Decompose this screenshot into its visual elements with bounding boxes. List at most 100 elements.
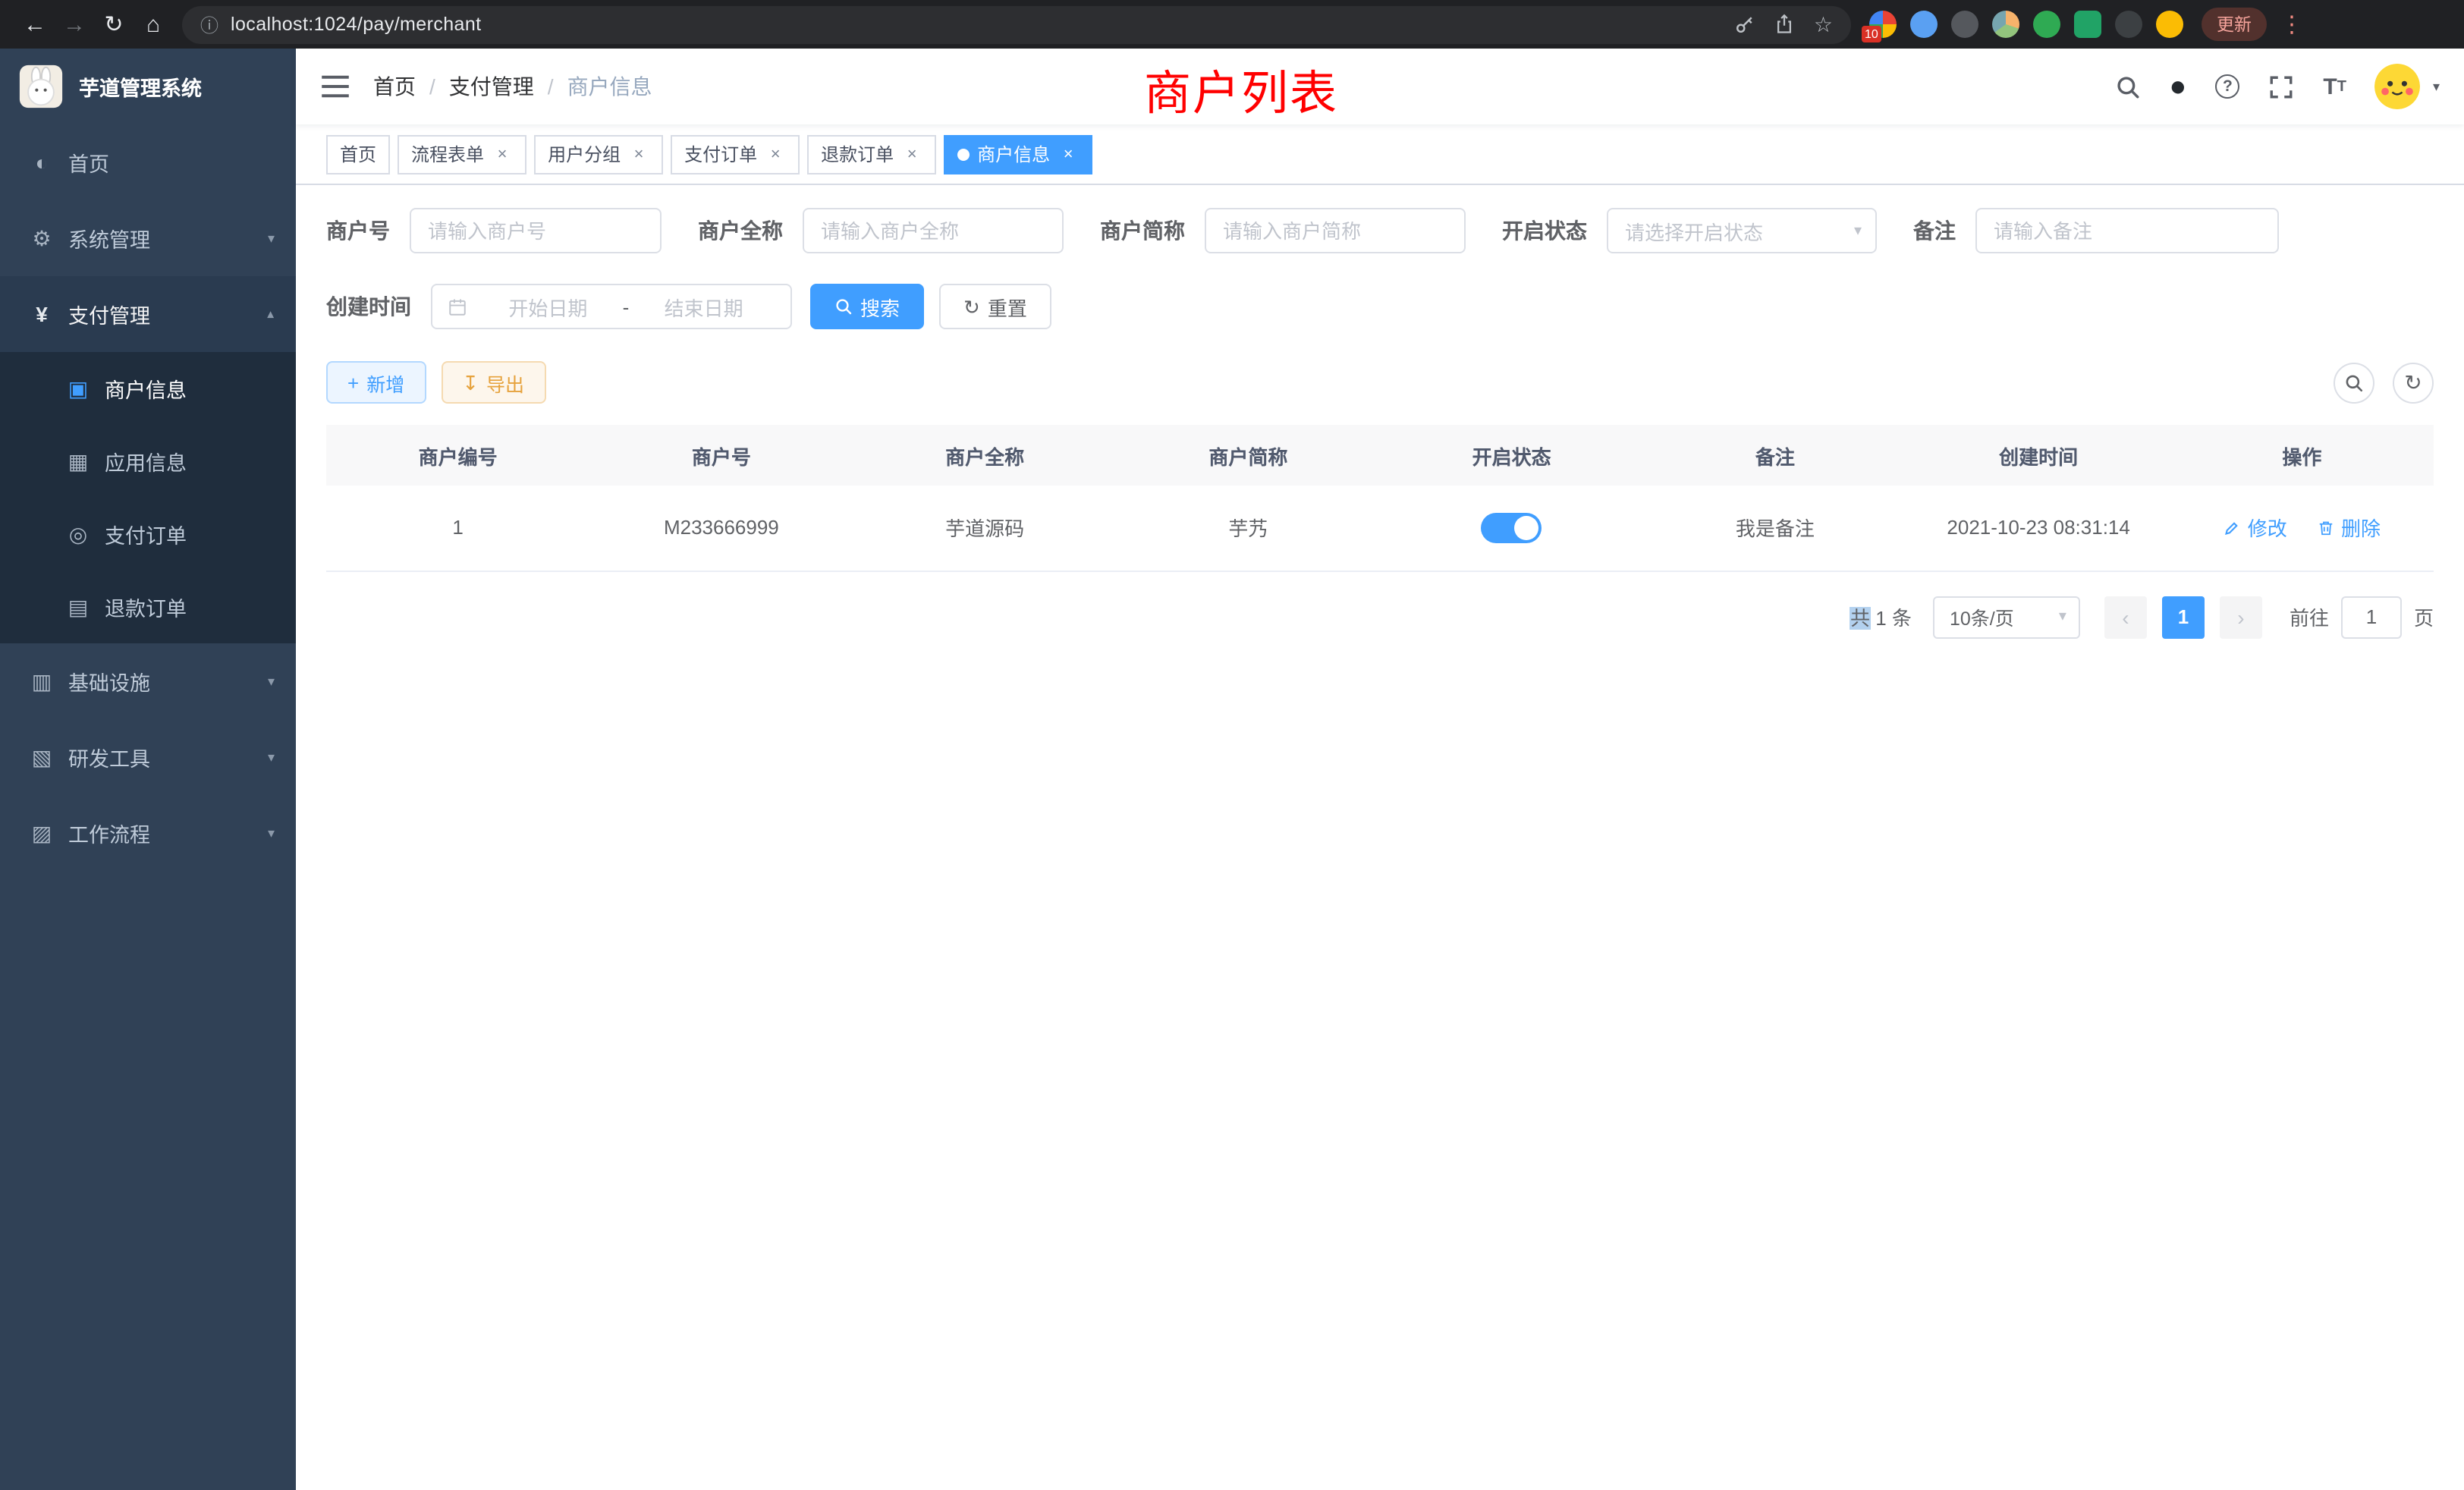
merchant-no-input[interactable] bbox=[410, 208, 662, 253]
date-range-picker[interactable]: 开始日期 - 结束日期 bbox=[431, 284, 792, 329]
browser-reload-button[interactable]: ↻ bbox=[94, 5, 134, 44]
sidebar-item-app-info[interactable]: ▦ 应用信息 bbox=[0, 425, 296, 498]
short-name-input[interactable] bbox=[1205, 208, 1466, 253]
tab-pay-order[interactable]: 支付订单 × bbox=[671, 134, 800, 174]
add-button[interactable]: + 新增 bbox=[326, 361, 426, 404]
sidebar-item-payment-mgmt[interactable]: ¥ 支付管理 ▾ bbox=[0, 276, 296, 352]
screen: ← → ↻ ⌂ ⓘ localhost:1024/pay/merchant ☆ … bbox=[0, 0, 2464, 1490]
remark-input[interactable] bbox=[1975, 208, 2279, 253]
extension-paw-icon[interactable] bbox=[2115, 11, 2142, 38]
user-avatar[interactable] bbox=[2375, 64, 2421, 109]
fullscreen-icon[interactable] bbox=[2268, 74, 2294, 99]
cell-merchant-index: 1 bbox=[326, 486, 589, 571]
extension-green-square-icon[interactable] bbox=[2074, 11, 2101, 38]
next-page-button[interactable]: › bbox=[2220, 596, 2262, 638]
page-jump: 前往 页 bbox=[2290, 596, 2434, 638]
pencil-icon bbox=[2224, 519, 2242, 537]
tab-refund-order[interactable]: 退款订单 × bbox=[807, 134, 936, 174]
full-name-label: 商户全称 bbox=[698, 215, 783, 246]
page-1-button[interactable]: 1 bbox=[2162, 596, 2205, 638]
bookmark-star-icon[interactable]: ☆ bbox=[1814, 11, 1833, 37]
tab-close-icon[interactable]: × bbox=[765, 143, 786, 165]
sidebar-item-workflow[interactable]: ▨ 工作流程 ▾ bbox=[0, 795, 296, 871]
monitor-icon: ▥ bbox=[29, 668, 55, 694]
status-select[interactable]: 请选择开启状态 ▾ bbox=[1607, 208, 1877, 253]
extension-dark-icon[interactable] bbox=[1951, 11, 1978, 38]
extension-green-circle-icon[interactable] bbox=[2033, 11, 2060, 38]
sidebar-item-home[interactable]: ◐ 首页 bbox=[0, 124, 296, 200]
extension-badge: 10 bbox=[1862, 26, 1881, 42]
help-icon[interactable]: ? bbox=[2215, 74, 2239, 99]
sidebar-item-label: 工作流程 bbox=[68, 818, 150, 848]
status-toggle[interactable] bbox=[1482, 513, 1542, 543]
extensions-puzzle-icon[interactable]: 10 bbox=[1869, 11, 1897, 38]
col-remark: 备注 bbox=[1643, 425, 1906, 486]
filter-row-2: 创建时间 开始日期 - 结束日期 搜索 ↻ 重置 bbox=[326, 284, 2434, 329]
merchant-list-page: 商户号 商户全称 商户简称 开启状态 请选择开启状态 bbox=[296, 185, 2464, 1490]
tab-merchant-info[interactable]: 商户信息 × bbox=[944, 134, 1092, 174]
goto-page-input[interactable] bbox=[2341, 596, 2402, 638]
select-caret-icon: ▾ bbox=[2059, 608, 2066, 625]
toggle-search-button[interactable] bbox=[2334, 362, 2374, 403]
chevron-down-icon: ▾ bbox=[268, 825, 275, 841]
header-search-icon[interactable] bbox=[2114, 74, 2140, 99]
sidebar-item-pay-order[interactable]: ◎ 支付订单 bbox=[0, 498, 296, 571]
sidebar-item-system-mgmt[interactable]: ⚙ 系统管理 ▾ bbox=[0, 200, 296, 276]
browser-back-button[interactable]: ← bbox=[15, 5, 55, 44]
user-menu-caret-icon[interactable]: ▾ bbox=[2433, 78, 2440, 95]
app-logo[interactable]: 芋道管理系统 bbox=[0, 49, 296, 124]
app-title: 芋道管理系统 bbox=[79, 71, 202, 102]
menu-collapse-icon[interactable] bbox=[320, 73, 350, 100]
grid-icon: ▦ bbox=[65, 448, 91, 474]
share-icon[interactable] bbox=[1774, 14, 1796, 35]
page-size-select[interactable]: 10条/页 ▾ bbox=[1933, 596, 2080, 638]
toolbox-icon: ▧ bbox=[29, 744, 55, 770]
browser-update-button[interactable]: 更新 bbox=[2202, 8, 2267, 41]
tab-close-icon[interactable]: × bbox=[1058, 143, 1079, 165]
tags-view-bar: 首页 流程表单 × 用户分组 × 支付订单 × 退款订单 × bbox=[296, 124, 2464, 185]
browser-forward-button[interactable]: → bbox=[55, 5, 94, 44]
password-key-icon[interactable] bbox=[1735, 14, 1756, 35]
tab-close-icon[interactable]: × bbox=[901, 143, 922, 165]
sidebar-item-merchant-info[interactable]: ▣ 商户信息 bbox=[0, 352, 296, 425]
tab-home[interactable]: 首页 bbox=[326, 134, 390, 174]
sidebar-item-infrastructure[interactable]: ▥ 基础设施 ▾ bbox=[0, 643, 296, 719]
prev-page-button[interactable]: ‹ bbox=[2104, 596, 2147, 638]
reset-button[interactable]: ↻ 重置 bbox=[939, 284, 1051, 329]
breadcrumb-home[interactable]: 首页 bbox=[373, 71, 416, 102]
search-button[interactable]: 搜索 bbox=[810, 284, 924, 329]
font-size-icon[interactable]: TT bbox=[2323, 74, 2346, 99]
export-button[interactable]: ↧ 导出 bbox=[441, 361, 545, 404]
col-merchant-index: 商户编号 bbox=[326, 425, 589, 486]
extension-drop-icon[interactable] bbox=[1910, 11, 1938, 38]
tab-close-icon[interactable]: × bbox=[628, 143, 649, 165]
browser-extensions: 10 bbox=[1869, 11, 2183, 38]
delete-link[interactable]: 删除 bbox=[2317, 514, 2381, 542]
chevron-up-icon: ▾ bbox=[268, 306, 275, 322]
extension-smiley-icon[interactable] bbox=[2156, 11, 2183, 38]
url-text: localhost:1024/pay/merchant bbox=[231, 14, 481, 35]
table-toolbar: + 新增 ↧ 导出 ↻ bbox=[326, 361, 2434, 404]
extension-avatar-icon[interactable] bbox=[1992, 11, 2019, 38]
active-tab-dot bbox=[957, 148, 970, 160]
sidebar-item-dev-tools[interactable]: ▧ 研发工具 ▾ bbox=[0, 719, 296, 795]
full-name-input[interactable] bbox=[803, 208, 1064, 253]
tab-user-group[interactable]: 用户分组 × bbox=[534, 134, 663, 174]
browser-home-button[interactable]: ⌂ bbox=[134, 5, 173, 44]
sidebar-item-refund-order[interactable]: ▤ 退款订单 bbox=[0, 571, 296, 643]
tab-process-form[interactable]: 流程表单 × bbox=[398, 134, 526, 174]
logo-rabbit-image bbox=[18, 64, 64, 109]
address-bar[interactable]: ⓘ localhost:1024/pay/merchant ☆ bbox=[182, 5, 1851, 43]
edit-link[interactable]: 修改 bbox=[2224, 514, 2287, 542]
site-info-icon[interactable]: ⓘ bbox=[200, 11, 218, 37]
right-toolbar: ↻ bbox=[2334, 362, 2434, 403]
date-range-separator: - bbox=[620, 295, 633, 318]
browser-menu-icon[interactable]: ⋮ bbox=[2280, 11, 2303, 38]
refresh-table-button[interactable]: ↻ bbox=[2393, 362, 2434, 403]
github-icon[interactable]: ● bbox=[2169, 72, 2186, 101]
breadcrumb-separator: / bbox=[548, 74, 554, 99]
tab-close-icon[interactable]: × bbox=[492, 143, 513, 165]
breadcrumb-payment[interactable]: 支付管理 bbox=[449, 71, 534, 102]
remark-label: 备注 bbox=[1913, 215, 1956, 246]
sidebar: 芋道管理系统 ◐ 首页 ⚙ 系统管理 ▾ ¥ 支付管理 ▾ bbox=[0, 49, 296, 1490]
